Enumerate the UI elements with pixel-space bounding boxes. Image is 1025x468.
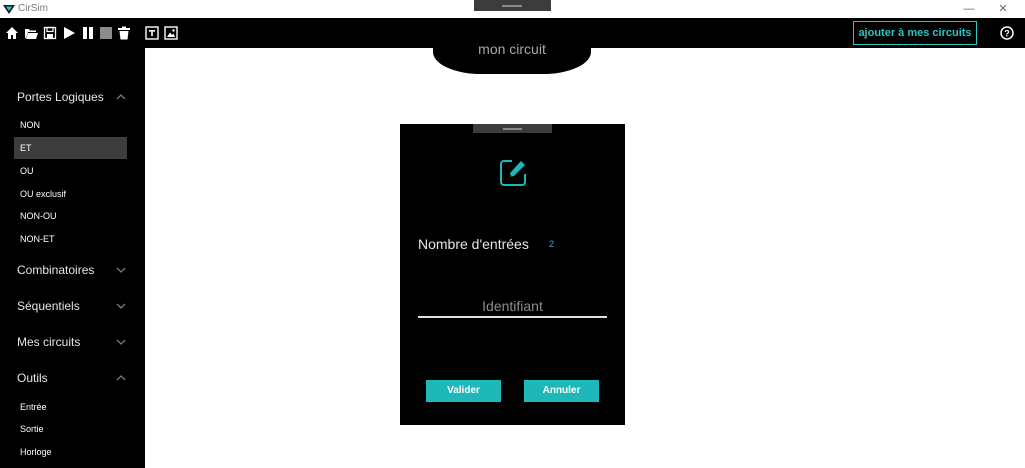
confirm-button[interactable]: Valider: [426, 380, 501, 402]
section-outils[interactable]: Outils: [17, 371, 48, 385]
chevron-down-icon[interactable]: [115, 337, 127, 347]
play-icon[interactable]: [62, 26, 76, 40]
sidebar-item-non-ou[interactable]: NON-OU: [14, 205, 127, 227]
inputs-count-label: Nombre d'entrées: [418, 236, 529, 252]
pause-icon[interactable]: [81, 26, 95, 40]
section-sequentiels[interactable]: Séquentiels: [17, 299, 80, 313]
sidebar-item-et[interactable]: ET: [14, 137, 127, 159]
add-to-my-circuits-button[interactable]: ajouter à mes circuits: [853, 21, 977, 45]
edit-icon: [500, 160, 526, 186]
chevron-up-icon[interactable]: [115, 373, 127, 383]
help-icon[interactable]: ?: [1000, 26, 1014, 40]
app-logo-icon: [3, 5, 15, 14]
chevron-down-icon[interactable]: [115, 301, 127, 311]
svg-text:?: ?: [1004, 29, 1010, 39]
text-tool-icon[interactable]: [145, 26, 159, 40]
gate-properties-dialog: Nombre d'entrées 2 Valider Annuler: [400, 124, 625, 425]
circuit-name: mon circuit: [478, 41, 546, 57]
circuit-name-tab[interactable]: mon circuit: [433, 38, 591, 74]
window-title: CirSim: [18, 3, 48, 14]
cancel-button[interactable]: Annuler: [524, 380, 599, 402]
identifier-input[interactable]: [418, 296, 607, 318]
section-mes-circuits[interactable]: Mes circuits: [17, 335, 80, 349]
restore-button[interactable]: [961, 2, 985, 16]
dialog-drag-handle[interactable]: [473, 124, 552, 133]
inputs-count-value[interactable]: 2: [549, 239, 554, 249]
section-portes-logiques[interactable]: Portes Logiques: [17, 90, 104, 104]
sidebar-item-entree[interactable]: Entrée: [14, 396, 127, 418]
home-icon[interactable]: [5, 26, 19, 40]
sidebar-item-non[interactable]: NON: [14, 114, 127, 136]
title-drag-handle[interactable]: [474, 0, 551, 11]
stop-icon[interactable]: [99, 26, 113, 40]
open-folder-icon[interactable]: [24, 26, 38, 40]
chevron-down-icon[interactable]: [115, 265, 127, 275]
save-icon[interactable]: [43, 26, 57, 40]
sidebar-item-ou[interactable]: OU: [14, 160, 127, 182]
close-button[interactable]: ✕: [991, 2, 1015, 16]
sidebar-item-ou-exclusif[interactable]: OU exclusif: [14, 183, 127, 205]
delete-icon[interactable]: [117, 26, 131, 40]
window-titlebar: CirSim — ✕: [0, 0, 1025, 18]
sidebar-item-horloge[interactable]: Horloge: [14, 441, 127, 463]
sidebar-item-non-et[interactable]: NON-ET: [14, 228, 127, 250]
sidebar-item-sortie[interactable]: Sortie: [14, 418, 127, 440]
component-sidebar: Portes Logiques NON ET OU OU exclusif NO…: [0, 48, 145, 468]
chevron-up-icon[interactable]: [115, 92, 127, 102]
section-combinatoires[interactable]: Combinatoires: [17, 263, 94, 277]
image-tool-icon[interactable]: [164, 26, 178, 40]
